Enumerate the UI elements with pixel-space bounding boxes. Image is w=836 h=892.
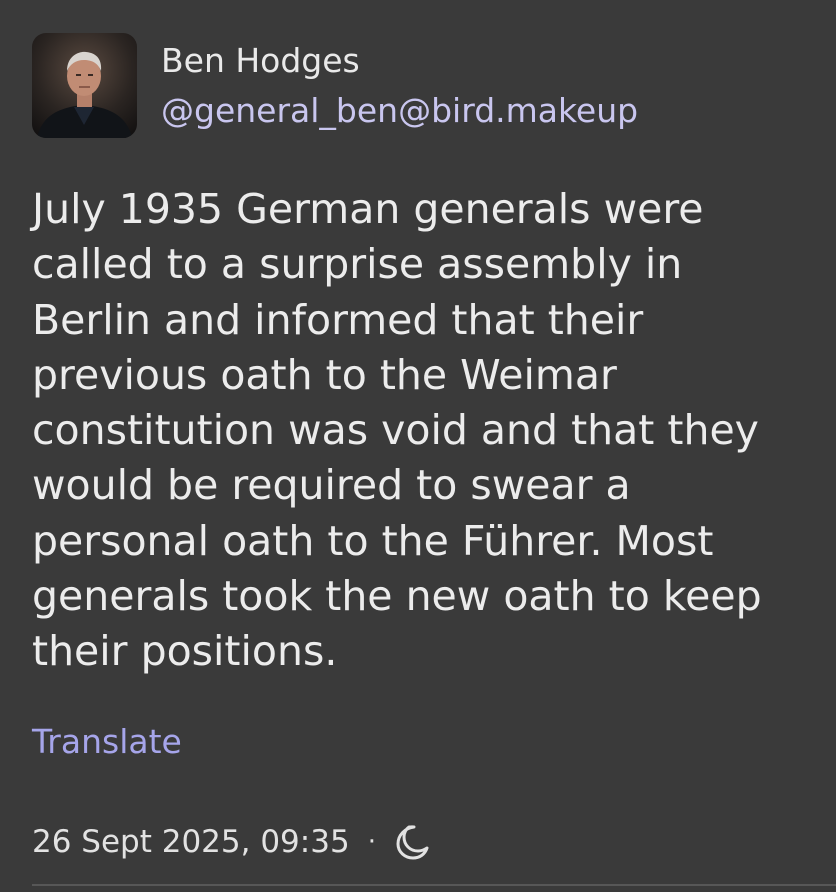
post-content: July 1935 German generals were called to… [32,182,822,680]
post-meta: 26 Sept 2025, 09:35 · [32,820,432,864]
post-content-line: generals took the new oath to keep [32,572,762,621]
avatar[interactable] [32,33,137,138]
post-content-line: previous oath to the Weimar [32,350,617,399]
moon-icon [392,822,432,862]
post-content-line: constitution was void and that they [32,406,759,455]
post-header: Ben Hodges @general_ben@bird.makeup [32,33,638,138]
post-timestamp[interactable]: 26 Sept 2025, 09:35 [32,820,350,864]
author-handle[interactable]: @general_ben@bird.makeup [161,89,638,133]
meta-separator: · [367,827,376,857]
post-content-line: called to a surprise assembly in [32,240,683,289]
author-display-name[interactable]: Ben Hodges [161,39,638,83]
translate-button[interactable]: Translate [32,720,182,764]
person-portrait-avatar-icon [32,33,137,138]
post-content-line: July 1935 German generals were [32,185,704,233]
post-card: Ben Hodges @general_ben@bird.makeup July… [0,0,836,892]
post-content-line: personal oath to the Führer. Most [32,516,714,565]
post-content-line: their positions. [32,627,338,676]
post-content-line: Berlin and informed that their [32,295,644,344]
post-content-line: would be required to swear a [32,461,631,510]
divider [32,884,836,886]
author-info: Ben Hodges @general_ben@bird.makeup [161,39,638,133]
